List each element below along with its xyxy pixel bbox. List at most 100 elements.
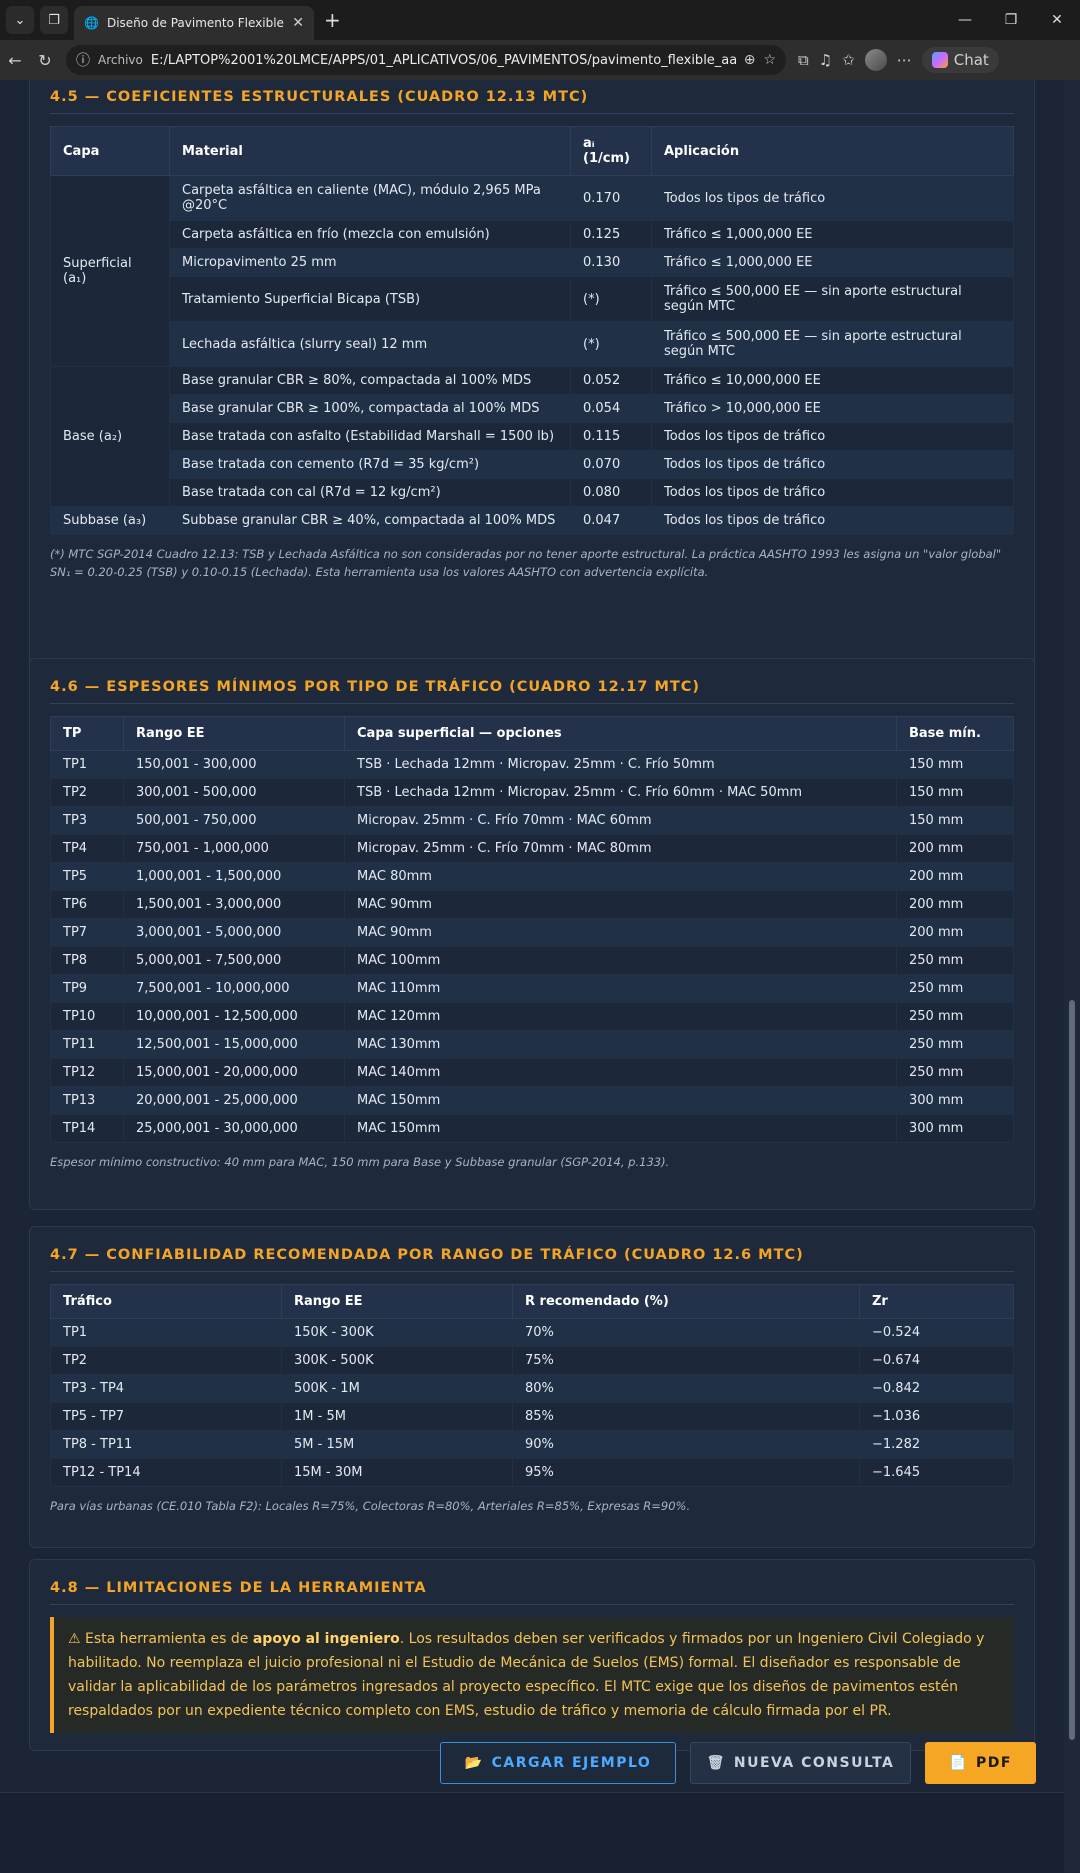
coef-cell: (*) (570, 276, 652, 322)
reload-icon[interactable]: ↻ (30, 51, 60, 70)
table-cell: 25,000,001 - 30,000,000 (123, 1114, 345, 1143)
table-cell: 250 mm (896, 974, 1014, 1003)
coef-cell: 0.052 (570, 366, 652, 395)
table-row: Subbase (a₃) Subbase granular CBR ≥ 40%,… (50, 506, 1014, 535)
read-aloud-icon[interactable]: ♫ (819, 51, 832, 69)
folder-icon: 📂 (464, 1755, 484, 1771)
copilot-icon (931, 52, 948, 68)
table-cell: TP6 (50, 890, 124, 919)
table-cell: TP2 (50, 778, 124, 807)
material-cell: Tratamiento Superficial Bicapa (TSB) (169, 276, 571, 322)
col-header-rango-ee: Rango EE (281, 1284, 513, 1319)
table-cell: TP10 (50, 1002, 124, 1031)
table-cell: TP1 (50, 1318, 282, 1347)
reliability-table: Tráfico Rango EE R recomendado (%) Zr TP… (50, 1284, 1014, 1487)
url-text[interactable]: E:/LAPTOP%2001%20LMCE/APPS/01_APLICATIVO… (151, 53, 736, 68)
table-cell: 150 mm (896, 778, 1014, 807)
coef-cell: 0.070 (570, 450, 652, 479)
col-header-tp: TP (50, 716, 124, 751)
more-options-icon[interactable]: ⋯ (897, 51, 912, 69)
table-row: TP3 - TP4 500K - 1M 80% −0.842 (50, 1374, 1014, 1403)
page-scrollbar[interactable] (1064, 80, 1080, 1872)
application-cell: Tráfico ≤ 1,000,000 EE (651, 220, 1014, 249)
material-cell: Base granular CBR ≥ 100%, compactada al … (169, 394, 571, 423)
table-cell: −1.036 (859, 1402, 1014, 1431)
table-cell: 5,000,001 - 7,500,000 (123, 946, 345, 975)
pdf-button[interactable]: 📄 PDF (925, 1742, 1036, 1784)
table-cell: 150,001 - 300,000 (123, 750, 345, 779)
col-header-zr: Zr (859, 1284, 1014, 1319)
table-cell: 300 mm (896, 1086, 1014, 1115)
table-cell: Micropav. 25mm · C. Frío 70mm · MAC 80mm (344, 834, 897, 863)
table-row: Base tratada con cemento (R7d = 35 kg/cm… (51, 450, 1014, 479)
profile-avatar[interactable] (864, 49, 887, 71)
table-row: Lechada asfáltica (slurry seal) 12 mm (*… (51, 321, 1014, 367)
table-cell: TP9 (50, 974, 124, 1003)
table-row: TP14 25,000,001 - 30,000,000 MAC 150mm 300 … (50, 1114, 1014, 1143)
table-cell: TP1 (50, 750, 124, 779)
material-cell: Base tratada con cemento (R7d = 35 kg/cm… (169, 450, 571, 479)
section-4-7-card: 4.7 — CONFIABILIDAD RECOMENDADA POR RANG… (29, 1226, 1035, 1548)
table-row: TP5 - TP7 1M - 5M 85% −1.036 (50, 1402, 1014, 1431)
application-cell: Tráfico > 10,000,000 EE (651, 394, 1014, 423)
table-row: Superficial (a₁) Carpeta asfáltica en ca… (50, 175, 1014, 367)
col-header-base-min: Base mín. (896, 716, 1014, 751)
table-cell: TP2 (50, 1346, 282, 1375)
table-cell: TP3 (50, 806, 124, 835)
trash-icon: 🗑 (706, 1755, 726, 1771)
table-cell: Micropav. 25mm · C. Frío 70mm · MAC 60mm (344, 806, 897, 835)
back-arrow-icon[interactable]: ← (0, 51, 30, 70)
close-window-icon[interactable]: ✕ (1034, 12, 1080, 28)
table-cell: 300,001 - 500,000 (123, 778, 345, 807)
table-row: TP10 10,000,001 - 12,500,000 MAC 120mm 250 … (50, 1002, 1014, 1031)
limitations-warning: ⚠ Esta herramienta es de apoyo al ingeni… (50, 1617, 1014, 1733)
table-cell: 750,001 - 1,000,000 (123, 834, 345, 863)
section-4-8-card: 4.8 — LIMITACIONES DE LA HERRAMIENTA ⚠ E… (29, 1559, 1035, 1751)
table-cell: −1.645 (859, 1458, 1014, 1487)
url-field[interactable]: ⓘ Archivo E:/LAPTOP%2001%20LMCE/APPS/01_… (66, 45, 786, 75)
material-cell: Base tratada con cal (R7d = 12 kg/cm²) (169, 478, 571, 507)
favorite-star-icon[interactable]: ☆ (763, 52, 776, 68)
application-cell: Todos los tipos de tráfico (651, 450, 1014, 479)
table-row: TP1 150K - 300K 70% −0.524 (50, 1318, 1014, 1347)
table-cell: 70% (512, 1318, 860, 1347)
restore-icon[interactable]: ❐ (988, 12, 1034, 28)
table-cell: 200 mm (896, 834, 1014, 863)
table-cell: −0.524 (859, 1318, 1014, 1347)
browser-tab-active[interactable]: 🌐 Diseño de Pavimento Flexible — A ✕ (74, 6, 314, 40)
new-tab-icon[interactable]: + (324, 8, 341, 32)
minimize-icon[interactable]: — (942, 12, 988, 28)
table-row: Tratamiento Superficial Bicapa (TSB) (*)… (51, 276, 1014, 322)
table-cell: 300 mm (896, 1114, 1014, 1143)
tab-title: Diseño de Pavimento Flexible — A (106, 16, 284, 30)
table-cell: 1,000,001 - 1,500,000 (123, 862, 345, 891)
new-query-button[interactable]: 🗑 NUEVA CONSULTA (690, 1742, 911, 1784)
tab-actions-chevron-icon[interactable]: ⌄ (6, 6, 34, 34)
extensions-icon[interactable]: ⧉ (798, 51, 809, 69)
copilot-chat-button[interactable]: Chat (921, 47, 999, 73)
coef-table: Capa Material aᵢ (1/cm) Aplicación Super… (50, 126, 1014, 535)
table-row: TP3 500,001 - 750,000 Micropav. 25mm · C. … (50, 806, 1014, 835)
min-thickness-body: TP1 150,001 - 300,000 TSB · Lechada 12mm ·… (50, 750, 1014, 1143)
url-scheme-label: Archivo (98, 53, 143, 67)
table-cell: TSB · Lechada 12mm · Micropav. 25mm · C.… (344, 750, 897, 779)
zoom-icon[interactable]: ⊕ (744, 52, 756, 68)
col-header-ai: aᵢ (1/cm) (570, 126, 652, 176)
coef-cell: 0.054 (570, 394, 652, 423)
chat-label: Chat (953, 51, 989, 69)
load-example-button[interactable]: 📂 CARGAR EJEMPLO (440, 1742, 676, 1784)
workspaces-icon[interactable]: ❐ (40, 6, 68, 34)
globe-icon: 🌐 (84, 16, 99, 30)
pdf-label: PDF (975, 1755, 1012, 1771)
close-tab-icon[interactable]: ✕ (292, 15, 304, 31)
favorites-icon[interactable]: ✩ (842, 51, 855, 69)
scrollbar-thumb[interactable] (1069, 1000, 1075, 1740)
table-cell: 12,500,001 - 15,000,000 (123, 1030, 345, 1059)
material-cell: Base tratada con asfalto (Estabilidad Ma… (169, 422, 571, 451)
section-4-7-note: Para vías urbanas (CE.010 Tabla F2): Loc… (50, 1499, 691, 1513)
table-row: TP6 1,500,001 - 3,000,000 MAC 90mm 200 mm (50, 890, 1014, 919)
info-icon[interactable]: ⓘ (76, 50, 90, 70)
coef-cell: (*) (570, 321, 652, 367)
col-header-capa-sup: Capa superficial — opciones (344, 716, 897, 751)
table-row: Base tratada con cal (R7d = 12 kg/cm²) 0… (51, 478, 1014, 507)
